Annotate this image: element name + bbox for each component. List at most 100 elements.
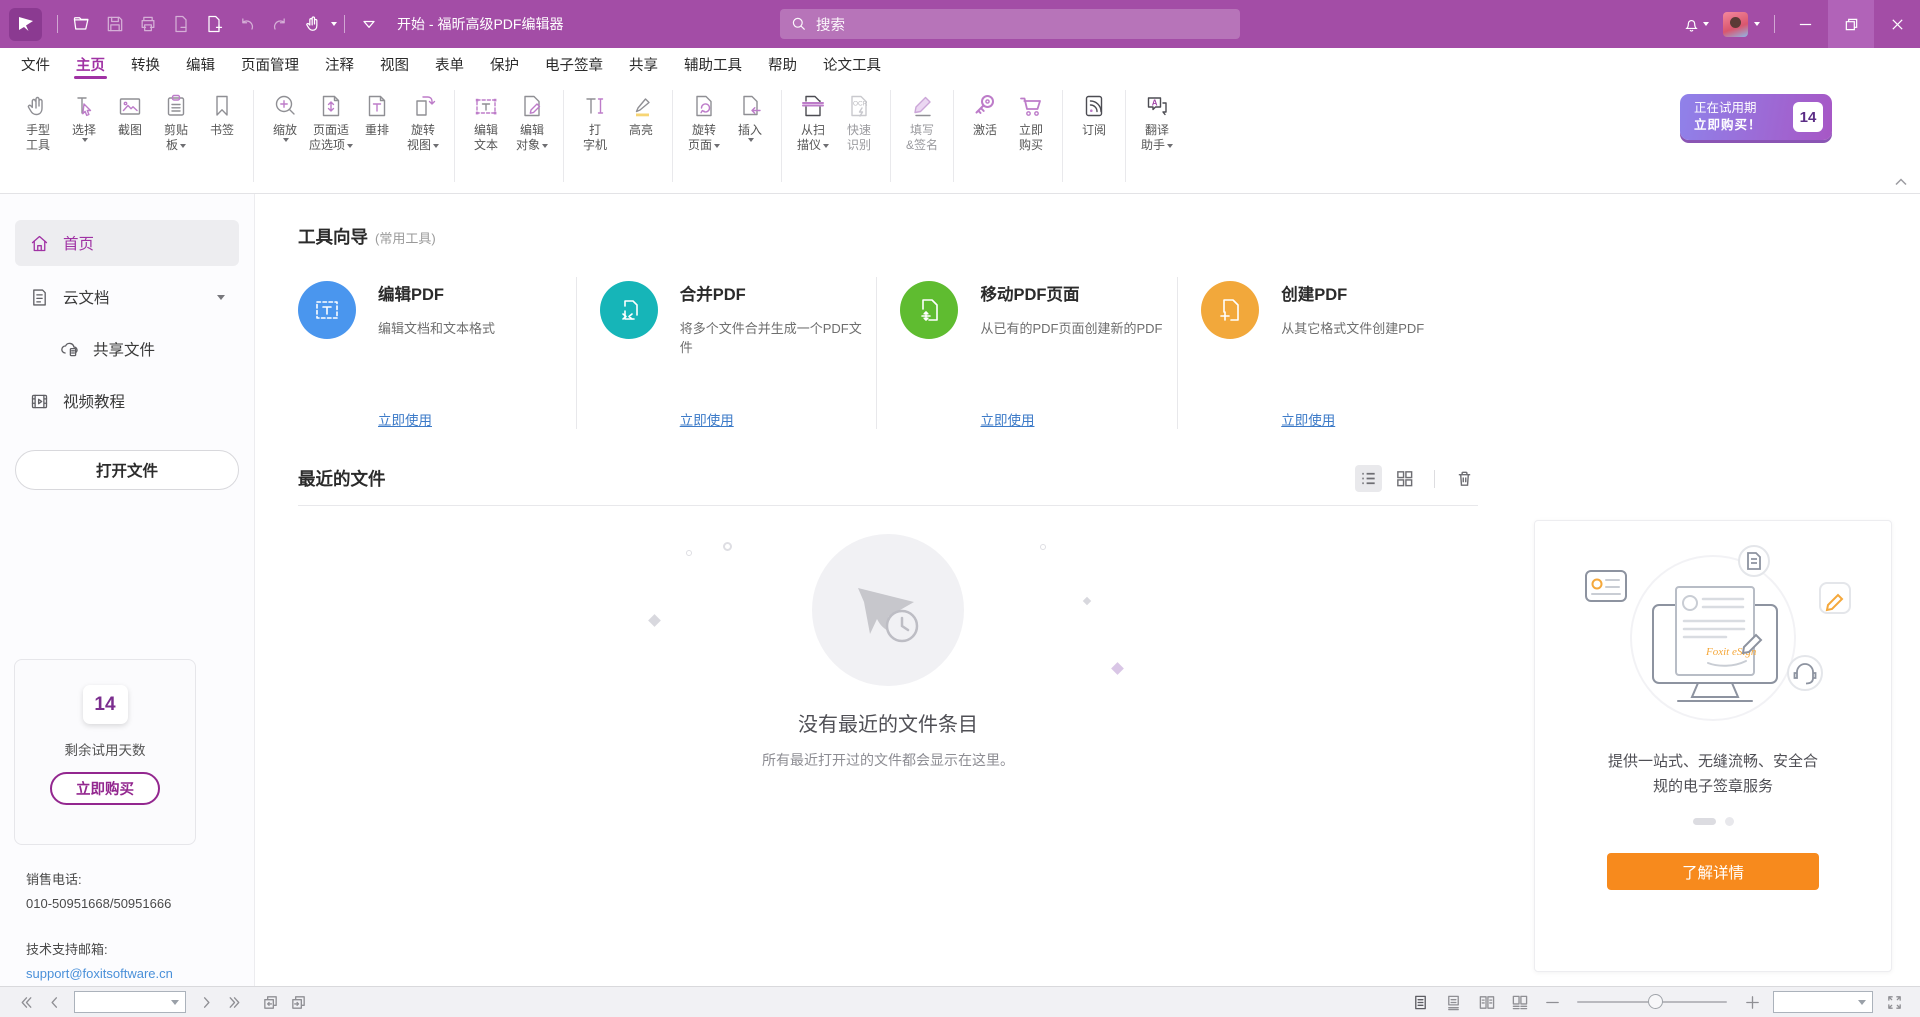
trial-buy-badge[interactable]: 正在试用期 立即购买！ 14 bbox=[1680, 94, 1832, 140]
first-page-button[interactable] bbox=[14, 990, 38, 1014]
menu-protect[interactable]: 保护 bbox=[477, 48, 532, 81]
menu-share[interactable]: 共享 bbox=[616, 48, 671, 81]
tool-wizard-subtitle: (常用工具) bbox=[375, 228, 436, 247]
facing-continuous-view-button[interactable] bbox=[1507, 990, 1531, 1014]
page-number-select[interactable] bbox=[74, 991, 186, 1013]
zoom-in-button[interactable] bbox=[1740, 990, 1764, 1014]
edit-text-button[interactable]: 编辑 文本 bbox=[463, 88, 509, 157]
sidebar-item-video-tutorials[interactable]: 视频教程 bbox=[15, 378, 239, 424]
zoom-slider-knob[interactable] bbox=[1648, 994, 1663, 1009]
continuous-view-button[interactable] bbox=[1441, 990, 1465, 1014]
fit-options-button[interactable]: 页面适 应选项 bbox=[308, 88, 354, 157]
fullscreen-button[interactable] bbox=[1882, 990, 1906, 1014]
esign-illustration: Foxit eSign bbox=[1558, 543, 1868, 743]
collapse-ribbon-button[interactable] bbox=[1892, 175, 1910, 189]
previous-view-button[interactable] bbox=[258, 990, 282, 1014]
menu-convert[interactable]: 转换 bbox=[118, 48, 173, 81]
subscribe-button[interactable]: 订阅 bbox=[1071, 88, 1117, 142]
notifications-button[interactable] bbox=[1675, 0, 1716, 48]
menu-view[interactable]: 视图 bbox=[367, 48, 422, 81]
hand-gesture-dropdown-icon[interactable] bbox=[331, 22, 337, 26]
activate-button[interactable]: 激活 bbox=[962, 88, 1008, 157]
quick-ocr-button[interactable]: OCR 快速 识别 bbox=[836, 88, 882, 157]
buy-now-button-sidebar[interactable]: 立即购买 bbox=[50, 772, 160, 805]
clipboard-button[interactable]: 剪贴 板 bbox=[153, 88, 199, 157]
list-view-button[interactable] bbox=[1355, 465, 1382, 492]
search-input[interactable]: 搜索 bbox=[780, 9, 1240, 39]
print-button[interactable] bbox=[131, 8, 164, 41]
main-panel: 工具向导 (常用工具) 编辑PDF 编辑文档和文本格式 立即使用 bbox=[255, 194, 1920, 986]
translate-assistant-button[interactable]: A 翻译 助手 bbox=[1134, 88, 1180, 157]
zoom-level-select[interactable] bbox=[1773, 991, 1873, 1013]
menu-home[interactable]: 主页 bbox=[63, 48, 118, 81]
minimize-button[interactable] bbox=[1782, 0, 1828, 48]
clear-recent-button[interactable] bbox=[1451, 465, 1478, 492]
zoom-out-button[interactable] bbox=[1540, 990, 1564, 1014]
from-scanner-button[interactable]: 从扫 描仪 bbox=[790, 88, 836, 157]
support-email-link[interactable]: support@foxitsoftware.cn bbox=[26, 962, 173, 986]
select-tool-button[interactable]: 选择 bbox=[61, 88, 107, 157]
sidebar-item-cloud-docs[interactable]: 云文档 bbox=[15, 274, 239, 320]
menu-help[interactable]: 帮助 bbox=[755, 48, 810, 81]
bookmark-button[interactable]: 书签 bbox=[199, 88, 245, 157]
close-button[interactable] bbox=[1874, 0, 1920, 48]
tool-wizard-section: 工具向导 (常用工具) 编辑PDF 编辑文档和文本格式 立即使用 bbox=[298, 224, 1478, 429]
rotate-view-button[interactable]: 旋转 视图 bbox=[400, 88, 446, 157]
reflow-button[interactable]: 重排 bbox=[354, 88, 400, 157]
facing-view-button[interactable] bbox=[1474, 990, 1498, 1014]
use-now-link[interactable]: 立即使用 bbox=[980, 409, 1162, 429]
single-page-view-button[interactable] bbox=[1408, 990, 1432, 1014]
redo-button[interactable] bbox=[263, 8, 296, 41]
use-now-link[interactable]: 立即使用 bbox=[378, 409, 495, 429]
snapshot-button[interactable]: 截图 bbox=[107, 88, 153, 157]
learn-more-button[interactable]: 了解详情 bbox=[1607, 853, 1819, 890]
edit-object-button[interactable]: 编辑 对象 bbox=[509, 88, 555, 157]
home-icon bbox=[29, 233, 50, 254]
highlight-button[interactable]: 高亮 bbox=[618, 88, 664, 157]
support-email-label: 技术支持邮箱: bbox=[26, 938, 173, 962]
sidebar-item-home[interactable]: 首页 bbox=[15, 220, 239, 266]
previous-page-button[interactable] bbox=[42, 990, 66, 1014]
chevron-down-icon bbox=[823, 144, 829, 148]
hand-gesture-button[interactable] bbox=[296, 8, 329, 41]
use-now-link[interactable]: 立即使用 bbox=[680, 409, 863, 429]
save-button[interactable] bbox=[98, 8, 131, 41]
zoom-button[interactable]: 缩放 bbox=[262, 88, 308, 157]
hide-toolbar-button[interactable] bbox=[352, 8, 385, 41]
grid-view-button[interactable] bbox=[1391, 465, 1418, 492]
hand-tool-button[interactable]: 手型 工具 bbox=[15, 88, 61, 157]
menu-accessibility[interactable]: 辅助工具 bbox=[671, 48, 755, 81]
undo-button[interactable] bbox=[230, 8, 263, 41]
menu-edit[interactable]: 编辑 bbox=[173, 48, 228, 81]
delete-pages-button[interactable] bbox=[164, 8, 197, 41]
zoom-slider[interactable] bbox=[1577, 1001, 1727, 1003]
card-desc: 编辑文档和文本格式 bbox=[378, 318, 495, 337]
fill-sign-button[interactable]: 填写 &签名 bbox=[899, 88, 945, 157]
last-page-button[interactable] bbox=[222, 990, 246, 1014]
insert-pages-button[interactable]: 插入 bbox=[727, 88, 773, 157]
carousel-dot[interactable] bbox=[1725, 817, 1734, 826]
menu-form[interactable]: 表单 bbox=[422, 48, 477, 81]
menu-paper-tools[interactable]: 论文工具 bbox=[810, 48, 894, 81]
insert-pages-button[interactable] bbox=[197, 8, 230, 41]
menu-file[interactable]: 文件 bbox=[8, 48, 63, 81]
bookmark-icon bbox=[208, 92, 236, 120]
typewriter-button[interactable]: 打 字机 bbox=[572, 88, 618, 157]
menu-page-management[interactable]: 页面管理 bbox=[228, 48, 312, 81]
edit-pdf-icon bbox=[298, 281, 356, 339]
open-file-button-sidebar[interactable]: 打开文件 bbox=[15, 450, 239, 490]
next-view-button[interactable] bbox=[286, 990, 310, 1014]
menu-comment[interactable]: 注释 bbox=[312, 48, 367, 81]
sidebar-item-shared-files[interactable]: 共享文件 bbox=[15, 328, 239, 370]
carousel-dot-active[interactable] bbox=[1693, 818, 1716, 825]
chevron-down-icon bbox=[748, 138, 754, 142]
rotate-pages-button[interactable]: 旋转 页面 bbox=[681, 88, 727, 157]
use-now-link[interactable]: 立即使用 bbox=[1281, 409, 1424, 429]
next-page-button[interactable] bbox=[194, 990, 218, 1014]
open-file-button[interactable] bbox=[65, 8, 98, 41]
chevron-down-icon[interactable] bbox=[217, 295, 225, 300]
restore-button[interactable] bbox=[1828, 0, 1874, 48]
buy-now-button[interactable]: 立即 购买 bbox=[1008, 88, 1054, 157]
account-button[interactable] bbox=[1716, 0, 1767, 48]
menu-esign[interactable]: 电子签章 bbox=[532, 48, 616, 81]
